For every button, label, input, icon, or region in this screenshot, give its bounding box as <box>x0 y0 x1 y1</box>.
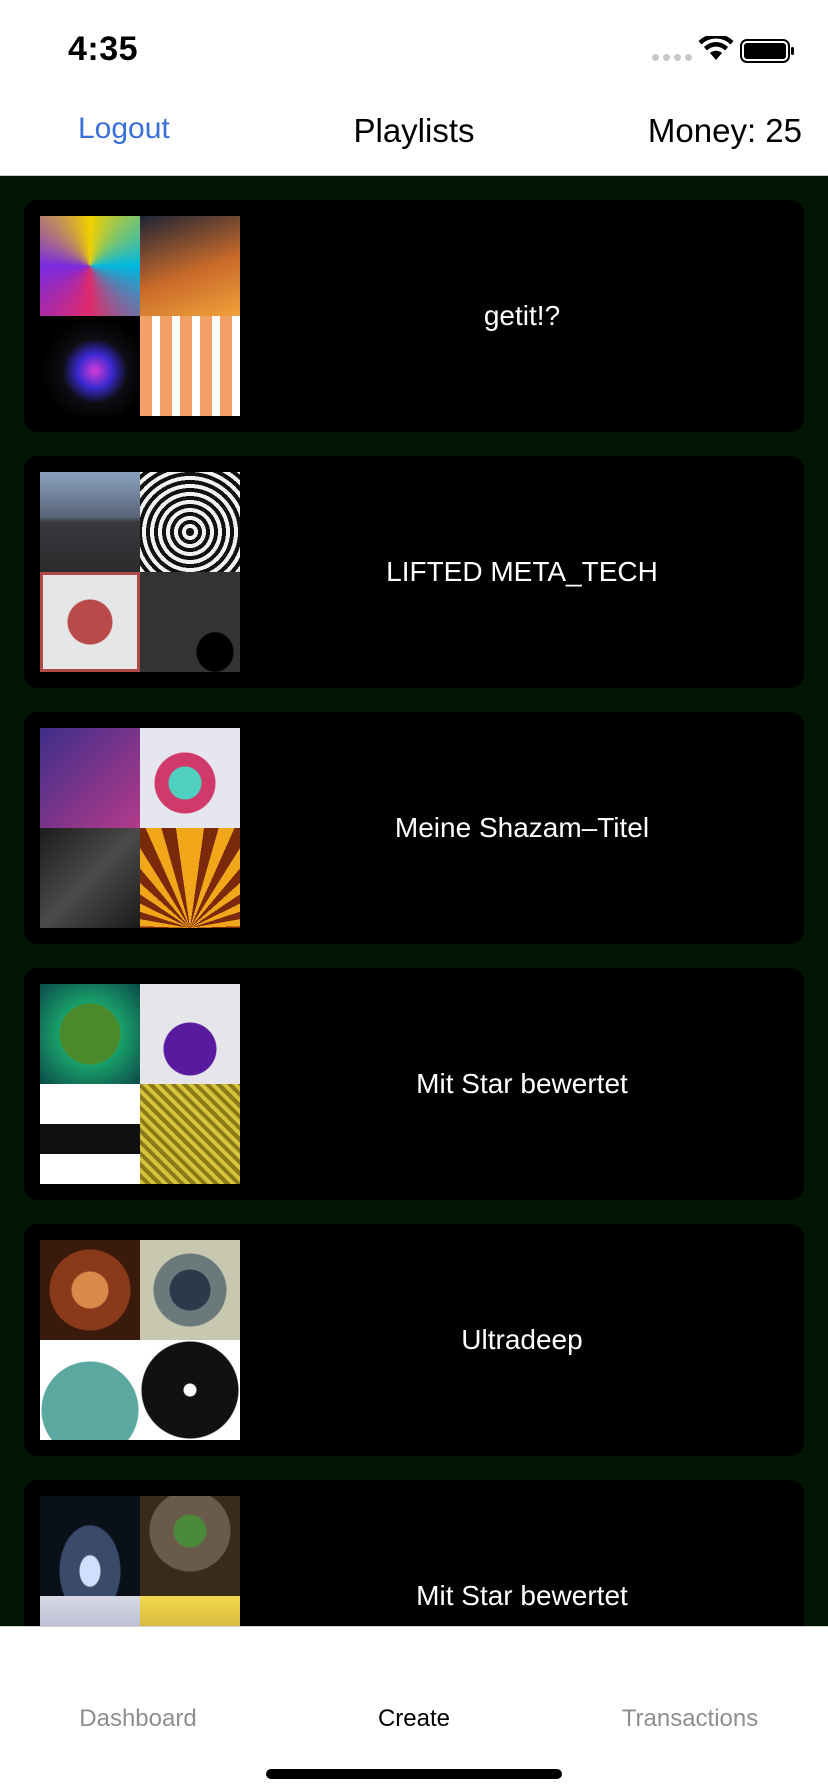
logout-button[interactable]: Logout <box>78 112 170 146</box>
tab-transactions[interactable]: Transactions <box>580 1705 800 1733</box>
playlist-title: LIFTED META_TECH <box>386 556 658 587</box>
playlist-title: getit!? <box>483 300 561 331</box>
navigation-bar: Logout Playlists Money: 25 <box>0 94 828 176</box>
wifi-icon <box>698 36 734 60</box>
tab-create[interactable]: Create <box>304 1705 524 1733</box>
playlist-title: Meine Shazam–Titel <box>394 812 650 843</box>
playlist-artwork <box>40 984 240 1184</box>
playlist-title: Mit Star bewertet <box>416 1068 628 1099</box>
status-time: 4:35 <box>68 30 139 68</box>
playlist-title: Ultradeep <box>461 1324 583 1355</box>
playlist-title: Mit Star bewertet <box>416 1580 628 1611</box>
playlist-artwork <box>40 472 240 672</box>
playlist-artwork <box>40 728 240 928</box>
playlist-card[interactable]: Mit Star bewertet <box>24 1480 804 1626</box>
cellular-signal-icon <box>652 54 692 61</box>
playlist-artwork <box>40 1240 240 1440</box>
tab-dashboard[interactable]: Dashboard <box>28 1705 248 1733</box>
playlist-list[interactable]: getit!? LIFTED META_TECH Meine Shazam–Ti… <box>0 176 828 1626</box>
playlist-card[interactable]: getit!? <box>24 200 804 432</box>
playlist-artwork <box>40 1496 240 1626</box>
playlist-card[interactable]: Ultradeep <box>24 1224 804 1456</box>
playlist-card[interactable]: LIFTED META_TECH <box>24 456 804 688</box>
playlist-artwork <box>40 216 240 416</box>
tab-bar: Dashboard Create Transactions <box>0 1626 828 1792</box>
playlist-card[interactable]: Mit Star bewertet <box>24 968 804 1200</box>
battery-icon <box>740 39 794 63</box>
playlist-card[interactable]: Meine Shazam–Titel <box>24 712 804 944</box>
status-bar: 4:35 <box>0 0 828 94</box>
money-balance: Money: 25 <box>647 112 802 149</box>
home-indicator[interactable] <box>266 1769 562 1779</box>
